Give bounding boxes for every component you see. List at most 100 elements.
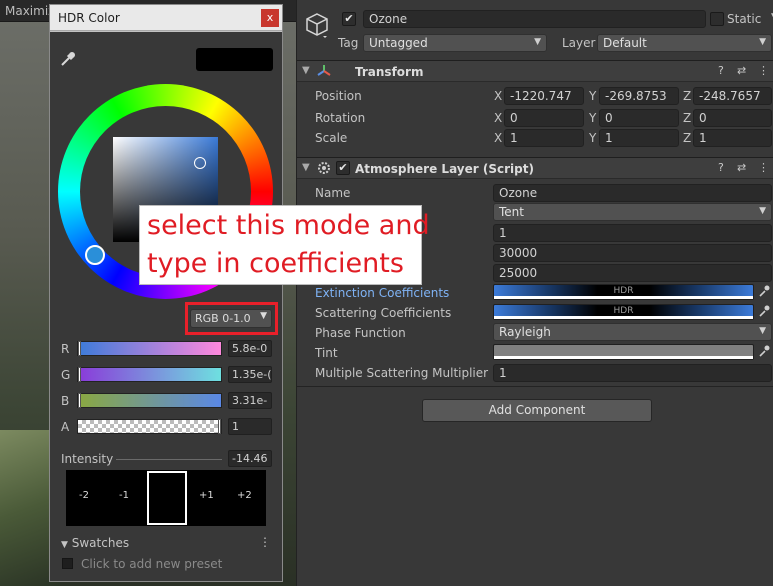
channel-r-slider[interactable] — [77, 341, 222, 356]
position-label: Position — [315, 89, 362, 103]
kebab-menu-icon[interactable]: ⋮ — [758, 64, 769, 77]
position-y-field[interactable]: -269.8753 — [599, 87, 679, 105]
numeric-field-3[interactable]: 25000 — [493, 264, 772, 282]
channel-r-label: R — [61, 342, 70, 356]
alpha-bar — [494, 316, 753, 319]
tag-dropdown[interactable]: Untagged ▼ — [363, 34, 547, 52]
channel-b-knob[interactable] — [78, 393, 81, 408]
kebab-menu-icon[interactable]: ⋮ — [758, 161, 769, 174]
numeric-field-2[interactable]: 30000 — [493, 244, 772, 262]
stop-plus-2[interactable]: +2 — [237, 490, 252, 501]
phase-function-label: Phase Function — [315, 326, 406, 340]
active-checkbox[interactable]: ✔ — [342, 12, 356, 26]
gameobject-cube-icon[interactable] — [305, 12, 328, 38]
scale-y-field[interactable]: 1 — [599, 129, 679, 147]
maximize-label[interactable]: Maximiz — [5, 4, 54, 18]
hdr-body: RGB 0-1.0 ▼ R 5.8e-0 G 1.35e-( B 3.31e- … — [50, 32, 282, 581]
hdr-window-title: HDR Color — [58, 11, 120, 25]
foldout-icon: ▼ — [61, 540, 68, 550]
eyedropper-icon[interactable] — [59, 50, 77, 68]
eyedropper-icon[interactable] — [758, 344, 770, 361]
phase-function-value: Rayleigh — [499, 325, 551, 339]
stop-plus-1[interactable]: +1 — [199, 490, 214, 501]
name-label: Name — [315, 186, 351, 200]
channel-b-label: B — [61, 394, 70, 408]
atmosphere-header[interactable]: ▼ ✔ Atmosphere Layer (Script) ? ⇄ ⋮ — [297, 157, 773, 179]
swatches-header[interactable]: ▼ Swatches — [61, 536, 129, 550]
axis-z: Z — [683, 131, 692, 145]
multiple-scattering-label: Multiple Scattering Multiplier — [315, 366, 489, 380]
position-x-field[interactable]: -1220.747 — [504, 87, 584, 105]
tint-color-field[interactable] — [493, 344, 754, 360]
scattering-label: Scattering Coefficients — [315, 306, 452, 320]
profile-dropdown[interactable]: Tent ▼ — [493, 203, 772, 221]
kebab-menu-icon[interactable]: ⋮ — [259, 535, 271, 549]
position-z-field[interactable]: -248.7657 — [693, 87, 772, 105]
add-component-button[interactable]: Add Component — [422, 399, 652, 422]
eyedropper-icon[interactable] — [758, 304, 770, 321]
help-icon[interactable]: ? — [718, 161, 724, 174]
tag-value: Untagged — [369, 36, 428, 50]
transform-header[interactable]: ▼ Transform ? ⇄ ⋮ — [297, 60, 773, 82]
tag-label: Tag — [338, 36, 359, 50]
channel-a-value[interactable]: 1 — [228, 418, 272, 435]
chevron-down-icon: ▼ — [759, 326, 766, 336]
layer-value: Default — [603, 36, 647, 50]
foldout-icon[interactable]: ▼ — [302, 162, 310, 173]
swatches-hint[interactable]: Click to add new preset — [81, 557, 222, 571]
extinction-label: Extinction Coefficients — [315, 286, 450, 300]
layer-dropdown[interactable]: Default ▼ — [597, 34, 772, 52]
channel-r-value[interactable]: 5.8e-0 — [228, 340, 272, 357]
object-name-field[interactable]: Ozone — [363, 10, 706, 28]
channel-a-knob[interactable] — [218, 419, 221, 434]
rotation-z-field[interactable]: 0 — [693, 109, 772, 127]
preset-add-box[interactable] — [62, 558, 73, 569]
axis-z: Z — [683, 111, 692, 125]
stop-minus-2[interactable]: -2 — [79, 490, 89, 501]
rotation-x-field[interactable]: 0 — [504, 109, 584, 127]
channel-a-slider[interactable] — [77, 419, 222, 434]
inspector-panel: ✔ Ozone Static ▼ Tag Untagged ▼ Layer De… — [296, 0, 773, 586]
eyedropper-icon[interactable] — [758, 284, 770, 301]
help-icon[interactable]: ? — [718, 64, 724, 77]
color-preview — [196, 48, 273, 71]
channel-g-slider[interactable] — [77, 367, 222, 382]
sv-handle[interactable] — [194, 157, 206, 169]
scattering-color-field[interactable]: HDR — [493, 304, 754, 320]
channel-g-value[interactable]: 1.35e-( — [228, 366, 272, 383]
extinction-color-field[interactable]: HDR — [493, 284, 754, 300]
stop-current[interactable] — [147, 471, 187, 525]
axis-y: Y — [589, 131, 597, 145]
channel-b-value[interactable]: 3.31e- — [228, 392, 272, 409]
channel-r-knob[interactable] — [78, 341, 81, 356]
layer-label: Layer — [562, 36, 596, 50]
numeric-field-1[interactable]: 1 — [493, 224, 772, 242]
hdr-title-bar[interactable]: HDR Color — [50, 5, 282, 31]
rotation-y-field[interactable]: 0 — [599, 109, 679, 127]
axis-x: X — [494, 89, 503, 103]
alpha-bar — [494, 296, 753, 299]
phase-function-dropdown[interactable]: Rayleigh ▼ — [493, 323, 772, 341]
channel-b-slider[interactable] — [77, 393, 222, 408]
foldout-icon[interactable]: ▼ — [302, 65, 310, 76]
channel-g-knob[interactable] — [78, 367, 81, 382]
scale-x-field[interactable]: 1 — [504, 129, 584, 147]
stop-minus-1[interactable]: -1 — [119, 490, 129, 501]
name-field[interactable]: Ozone — [493, 184, 772, 202]
hdr-tag: HDR — [613, 306, 634, 316]
presets-icon[interactable]: ⇄ — [737, 64, 746, 77]
scale-z-field[interactable]: 1 — [693, 129, 772, 147]
axis-x: X — [494, 111, 503, 125]
multiple-scattering-field[interactable]: 1 — [493, 364, 772, 382]
static-label: Static — [727, 12, 762, 26]
intensity-slider[interactable] — [116, 459, 222, 460]
component-enabled-checkbox[interactable]: ✔ — [336, 161, 350, 175]
static-checkbox[interactable] — [710, 12, 724, 26]
hue-handle[interactable] — [85, 245, 105, 265]
presets-icon[interactable]: ⇄ — [737, 161, 746, 174]
intensity-value[interactable]: -14.46 — [228, 450, 272, 467]
hdr-color-window: HDR Color x RGB 0-1.0 ▼ R 5.8e-0 G 1.35e… — [49, 4, 283, 582]
chevron-down-icon: ▼ — [759, 37, 766, 47]
component-divider — [297, 386, 773, 387]
close-icon[interactable]: x — [261, 9, 279, 27]
